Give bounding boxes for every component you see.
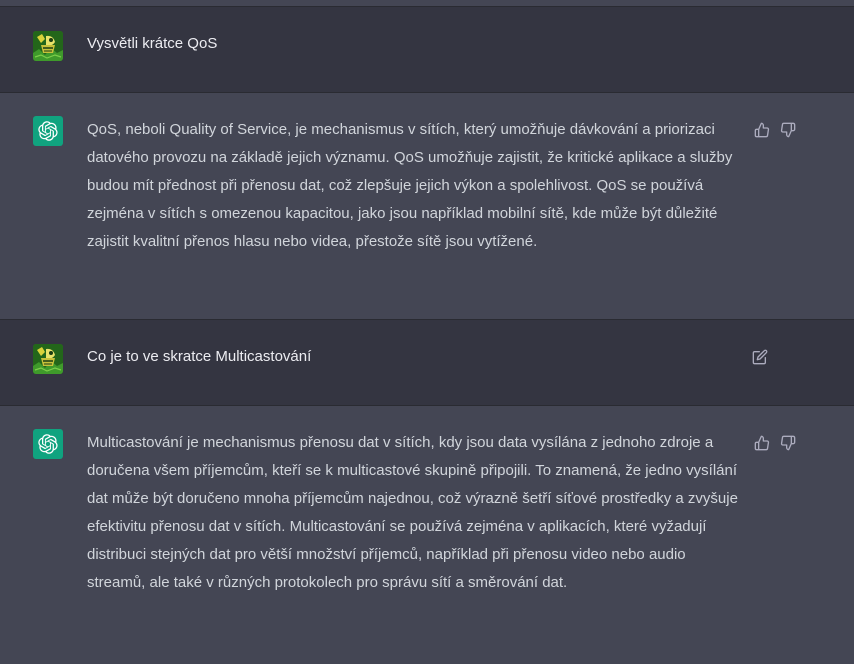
user-avatar [33, 344, 63, 374]
thumbs-up-icon[interactable] [753, 434, 770, 451]
assistant-message-row: Multicastování je mechanismus přenosu da… [0, 406, 854, 664]
assistant-message-text: QoS, neboli Quality of Service, je mecha… [87, 121, 733, 250]
thumbs-down-icon[interactable] [779, 121, 796, 138]
user-message-text: Co je to ve skratce Multicastování [87, 348, 312, 365]
thumbs-up-icon[interactable] [753, 121, 770, 138]
openai-logo-icon [33, 429, 63, 459]
openai-logo-icon [33, 116, 63, 146]
thumbs-down-icon[interactable] [779, 434, 796, 451]
user-avatar [33, 31, 63, 61]
assistant-message-text: Multicastování je mechanismus přenosu da… [87, 434, 738, 591]
assistant-message-row: QoS, neboli Quality of Service, je mecha… [0, 93, 854, 320]
previous-message-edge [0, 0, 854, 7]
message-feedback-actions [753, 434, 796, 451]
user-message-row: Vysvětli krátce QoS [0, 7, 854, 93]
user-message-text: Vysvětli krátce QoS [87, 35, 218, 52]
edit-icon[interactable] [751, 348, 768, 365]
message-feedback-actions [753, 121, 796, 138]
user-message-row: Co je to ve skratce Multicastování [0, 320, 854, 406]
